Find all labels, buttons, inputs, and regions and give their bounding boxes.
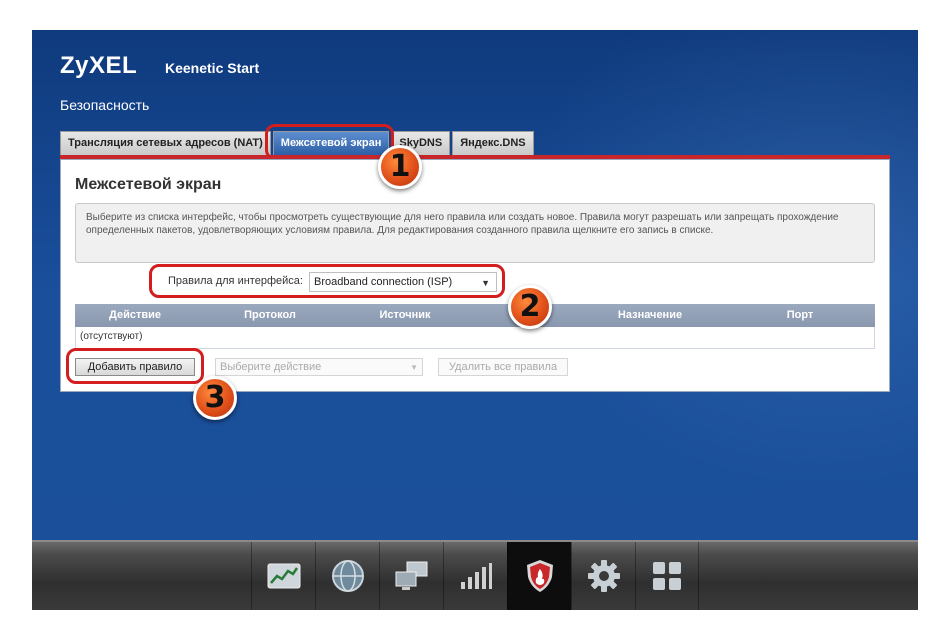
firewall-panel: Межсетевой экран Выберите из списка инте… xyxy=(60,159,890,392)
panel-title: Межсетевой экран xyxy=(75,176,222,193)
table-empty-row: (отсутствуют) xyxy=(75,327,875,349)
interface-select[interactable]: Broadband connection (ISP) ▼ xyxy=(309,272,497,292)
annotation-badge-2: 2 xyxy=(508,285,552,329)
annotation-badge-1: 1 xyxy=(378,145,422,189)
section-title: Безопасность xyxy=(60,97,150,113)
interface-label: Правила для интерфейса: xyxy=(168,275,303,287)
column-header-source: Источник xyxy=(379,309,431,321)
annotation-badge-3: 3 xyxy=(193,376,237,420)
bottom-taskbar xyxy=(32,540,918,610)
product-name: Keenetic Start xyxy=(165,60,260,76)
router-web-interface: ZyXEL Keenetic Start Безопасность Трансл… xyxy=(32,30,918,610)
column-header-port: Порт xyxy=(786,309,814,321)
column-header-destination: Назначение xyxy=(617,309,683,321)
interface-select-value: Broadband connection (ISP) xyxy=(314,276,453,288)
wifi-signal-icon[interactable] xyxy=(443,542,507,610)
dropdown-arrow-icon: ▼ xyxy=(481,278,490,288)
add-rule-button[interactable]: Добавить правило xyxy=(75,358,195,376)
shield-icon[interactable] xyxy=(507,542,571,610)
zyxel-logo: ZyXEL xyxy=(60,52,138,79)
delete-all-rules-button[interactable]: Удалить все правила xyxy=(438,358,568,376)
column-header-action: Действие xyxy=(109,309,161,321)
gear-icon[interactable] xyxy=(571,542,635,610)
rules-table: Действие Протокол Источник Назначение По… xyxy=(75,304,875,349)
column-header-protocol: Протокол xyxy=(244,309,296,321)
action-select-placeholder: Выберите действие xyxy=(220,361,322,373)
info-text: Выберите из списка интерфейс, чтобы прос… xyxy=(75,203,875,263)
monitor-icon[interactable] xyxy=(251,542,315,610)
dropdown-arrow-icon: ▼ xyxy=(410,363,418,372)
tab-nat[interactable]: Трансляция сетевых адресов (NAT) xyxy=(60,131,271,155)
globe-icon[interactable] xyxy=(315,542,379,610)
network-icon[interactable] xyxy=(379,542,443,610)
apps-icon[interactable] xyxy=(635,542,699,610)
tab-yandex-dns[interactable]: Яндекс.DNS xyxy=(452,131,534,155)
action-select[interactable]: Выберите действие ▼ xyxy=(215,358,423,376)
table-header: Действие Протокол Источник Назначение По… xyxy=(75,304,875,327)
